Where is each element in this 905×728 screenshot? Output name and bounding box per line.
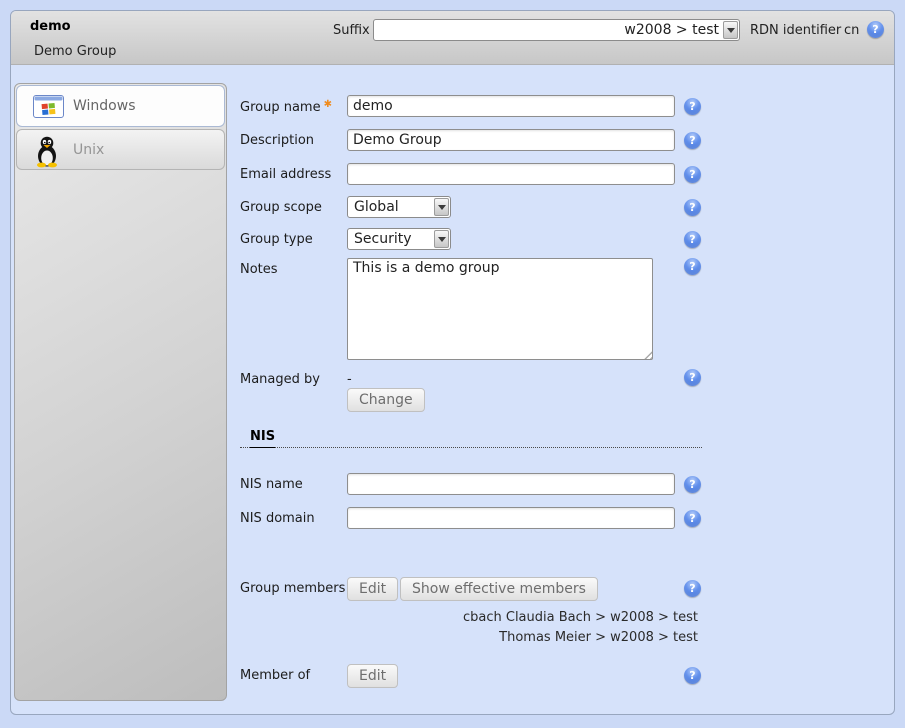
help-icon[interactable]: ?: [684, 580, 701, 597]
help-icon[interactable]: ?: [684, 369, 701, 386]
help-icon[interactable]: ?: [867, 21, 884, 38]
suffix-select[interactable]: w2008 > test: [373, 19, 740, 41]
windows-logo-icon: [33, 95, 64, 122]
help-icon[interactable]: ?: [684, 132, 701, 149]
help-icon[interactable]: ?: [684, 476, 701, 493]
tab-unix-label: Unix: [73, 142, 104, 158]
account-subtitle: Demo Group: [34, 44, 116, 59]
group-members-edit-button[interactable]: Edit: [347, 577, 398, 601]
account-title: demo: [30, 19, 71, 34]
account-editor-window: demo Demo Group Suffix w2008 > test RDN …: [10, 10, 895, 715]
tab-windows[interactable]: Windows: [16, 85, 225, 127]
description-input[interactable]: [347, 129, 675, 151]
change-button[interactable]: Change: [347, 388, 425, 412]
group-scope-value: Global: [354, 199, 430, 215]
group-name-input[interactable]: [347, 95, 675, 117]
email-label: Email address: [240, 167, 331, 182]
group-type-select[interactable]: Security: [347, 228, 451, 250]
help-icon[interactable]: ?: [684, 199, 701, 216]
help-icon[interactable]: ?: [684, 667, 701, 684]
email-input[interactable]: [347, 163, 675, 185]
group-name-label: Group name✱: [240, 99, 332, 115]
group-type-value: Security: [354, 231, 430, 247]
group-type-label: Group type: [240, 232, 313, 247]
managed-by-label: Managed by: [240, 372, 320, 387]
help-icon[interactable]: ?: [684, 98, 701, 115]
notes-textarea[interactable]: This is a demo group: [347, 258, 653, 360]
show-effective-members-button[interactable]: Show effective members: [400, 577, 598, 601]
nis-section-header: NIS: [240, 429, 702, 448]
nis-domain-input[interactable]: [347, 507, 675, 529]
notes-label: Notes: [240, 262, 278, 277]
help-icon[interactable]: ?: [684, 166, 701, 183]
dropdown-arrow-icon[interactable]: [434, 198, 449, 216]
suffix-label: Suffix: [333, 23, 370, 38]
dropdown-arrow-icon[interactable]: [434, 230, 449, 248]
title-bar: demo Demo Group Suffix w2008 > test RDN …: [11, 11, 894, 65]
member-of-label: Member of: [240, 668, 310, 683]
help-icon[interactable]: ?: [684, 231, 701, 248]
group-member-item: cbach Claudia Bach > w2008 > test: [240, 608, 698, 628]
description-label: Description: [240, 133, 314, 148]
help-icon[interactable]: ?: [684, 510, 701, 527]
nis-section-title: NIS: [250, 429, 275, 448]
page: { "header": { "title": "demo", "subtitle…: [0, 0, 905, 728]
rdn-identifier-value: cn: [844, 23, 859, 38]
managed-by-value: -: [347, 372, 352, 387]
group-members-list: cbach Claudia Bach > w2008 > test Thomas…: [240, 608, 698, 648]
group-scope-select[interactable]: Global: [347, 196, 451, 218]
member-of-edit-button[interactable]: Edit: [347, 664, 398, 688]
tab-unix[interactable]: Unix: [16, 129, 225, 170]
help-icon[interactable]: ?: [684, 258, 701, 275]
nis-domain-label: NIS domain: [240, 511, 315, 526]
dropdown-arrow-icon[interactable]: [723, 21, 738, 39]
tab-windows-label: Windows: [73, 98, 136, 114]
required-star-icon: ✱: [324, 99, 332, 110]
nis-name-input[interactable]: [347, 473, 675, 495]
nis-name-label: NIS name: [240, 477, 303, 492]
tux-penguin-icon: [33, 135, 61, 172]
suffix-select-value: w2008 > test: [380, 22, 719, 38]
group-members-label: Group members: [240, 581, 345, 596]
rdn-identifier-label: RDN identifier: [750, 23, 841, 38]
module-tabs-panel: Windows Unix: [14, 83, 227, 701]
group-scope-label: Group scope: [240, 200, 322, 215]
group-member-item: Thomas Meier > w2008 > test: [240, 628, 698, 648]
